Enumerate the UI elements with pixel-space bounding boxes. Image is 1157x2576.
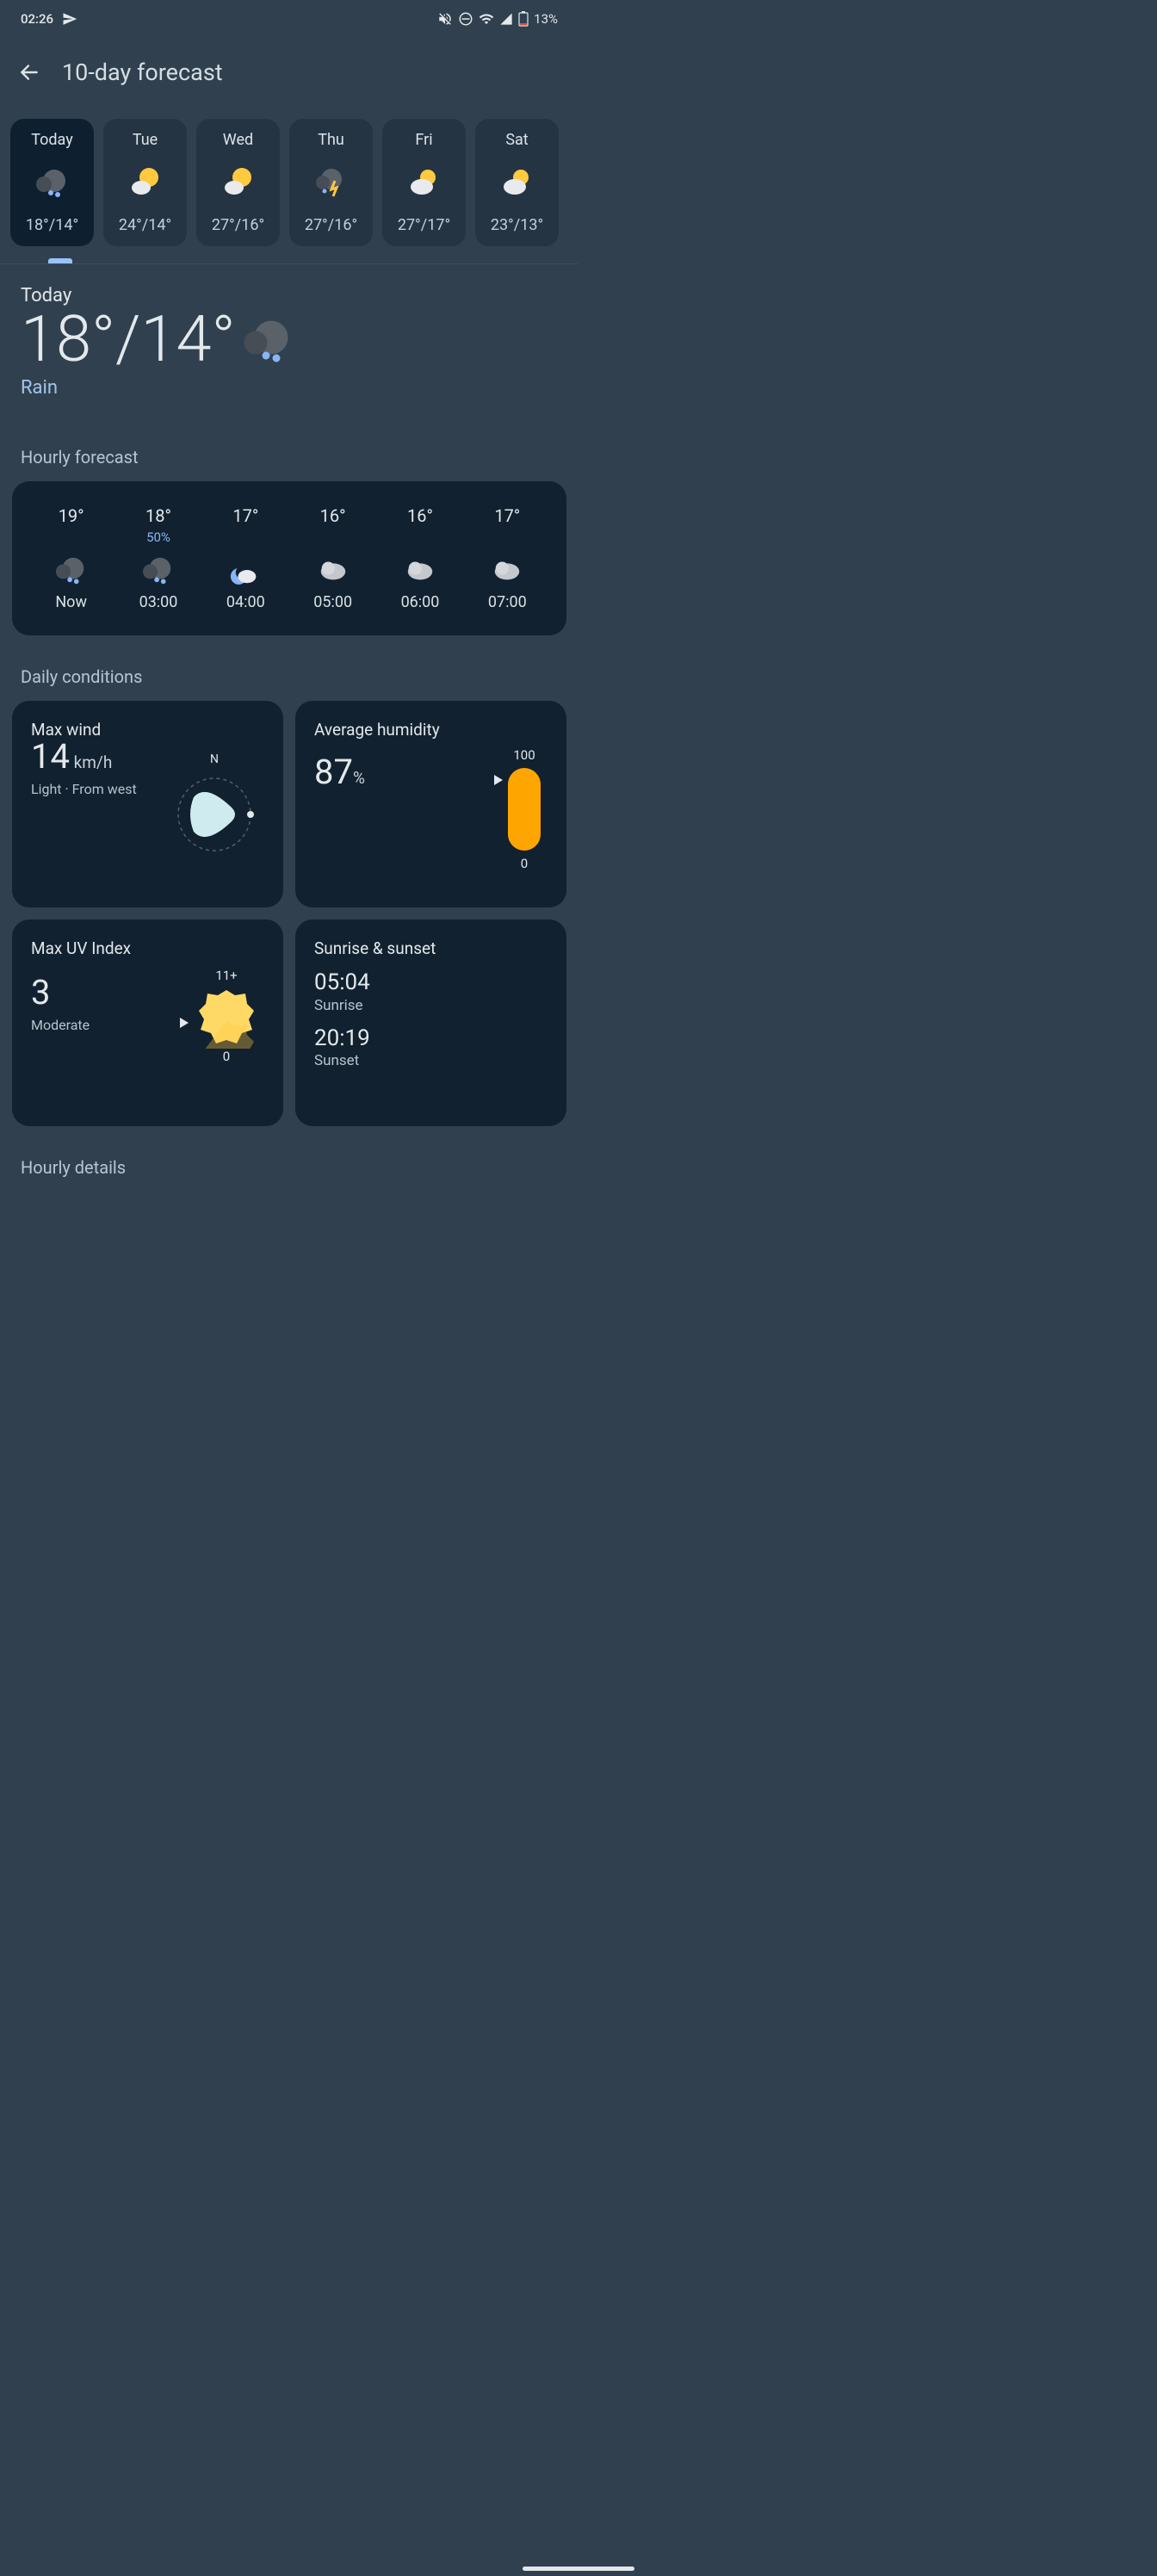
weather-icon (221, 165, 256, 200)
day-tab-label: Thu (318, 131, 344, 149)
day-tab-temp: 27°/17° (398, 216, 450, 234)
weather-icon (500, 165, 535, 200)
day-tab-temp: 27°/16° (305, 216, 357, 234)
hourly-temp: 19° (59, 505, 84, 526)
day-tab-fri[interactable]: Fri 27°/17° (382, 119, 466, 246)
status-left: 02:26 (21, 11, 77, 27)
humidity-title: Average humidity (314, 720, 548, 740)
day-tabs[interactable]: Today 18°/14° Tue 24°/14° Wed 27°/16° Th… (0, 103, 578, 246)
weather-icon (142, 554, 175, 586)
battery-percent: 13% (534, 11, 558, 27)
arrow-left-icon (18, 61, 40, 84)
day-tab-tue[interactable]: Tue 24°/14° (103, 119, 187, 246)
nav-pill[interactable] (523, 2567, 634, 2571)
day-tab-label: Tue (133, 131, 158, 149)
day-tab-temp: 27°/16° (212, 216, 264, 234)
conditions-grid: Max wind 14 km/h Light · From west N Ave… (0, 701, 578, 1126)
uv-card[interactable]: Max UV Index 3 Moderate 11+ 0 (12, 920, 283, 1126)
app-header: 10-day forecast (0, 34, 578, 103)
north-label: N (210, 752, 219, 766)
uv-scale-top: 11+ (215, 968, 237, 983)
humidity-gauge: 100 0 (508, 747, 541, 871)
hourly-item: 19° Now (28, 505, 114, 611)
weather-icon (55, 554, 88, 586)
uv-gauge: 11+ 0 (195, 968, 257, 1064)
weather-icon (491, 554, 523, 586)
mute-icon (437, 11, 453, 27)
sunset-label: Sunset (314, 1052, 548, 1069)
send-icon (62, 11, 77, 27)
wind-compass: N (163, 752, 266, 856)
sunrise-label: Sunrise (314, 997, 548, 1014)
day-summary: Today 18°/14° Rain (0, 264, 578, 399)
hourly-temp: 17° (232, 505, 258, 526)
dnd-icon (458, 11, 473, 27)
hourly-temp: 18° (145, 505, 171, 526)
summary-condition: Rain (21, 377, 558, 399)
wind-card[interactable]: Max wind 14 km/h Light · From west N (12, 701, 283, 907)
hourly-precip: 50% (146, 529, 170, 547)
uv-title: Max UV Index (31, 938, 264, 958)
status-bar: 02:26 13% (0, 0, 578, 34)
rain-icon (243, 314, 294, 366)
day-tab-today[interactable]: Today 18°/14° (10, 119, 94, 246)
status-right: 13% (437, 11, 558, 27)
day-tab-label: Today (31, 131, 72, 149)
hourly-temp: 16° (407, 505, 433, 526)
weather-icon (229, 554, 262, 586)
sunrise-sunset-card[interactable]: Sunrise & sunset 05:04 Sunrise 20:19 Sun… (295, 920, 566, 1126)
signal-icon (499, 12, 513, 26)
humidity-card[interactable]: Average humidity 87% 100 0 (295, 701, 566, 907)
hourly-forecast-card[interactable]: 19° Now 18° 50% 03:00 17° 04:00 16° 05:0… (12, 481, 566, 635)
humidity-scale-bottom: 0 (521, 856, 528, 871)
hourly-time: 07:00 (488, 593, 527, 611)
humidity-value: 87 (314, 752, 353, 792)
weather-icon (35, 165, 70, 200)
hourly-details-title: Hourly details (0, 1157, 578, 1178)
hourly-time: Now (55, 593, 87, 611)
sunset-time: 20:19 (314, 1026, 548, 1051)
hourly-time: 06:00 (401, 593, 440, 611)
hourly-item: 16° 05:00 (289, 505, 376, 611)
summary-temp-text: 18°/14° (21, 308, 236, 372)
sun-title: Sunrise & sunset (314, 938, 548, 958)
hourly-section-title: Hourly forecast (0, 447, 578, 468)
hourly-item: 17° 04:00 (202, 505, 289, 611)
weather-icon (128, 165, 163, 200)
day-tab-temp: 18°/14° (26, 216, 78, 234)
day-tab-label: Sat (505, 131, 528, 149)
day-tab-sat[interactable]: Sat 23°/13° (475, 119, 559, 246)
day-tab-thu[interactable]: Thu 27°/16° (289, 119, 373, 246)
back-button[interactable] (15, 59, 43, 86)
hourly-time: 05:00 (313, 593, 352, 611)
weather-icon (314, 165, 349, 200)
hourly-temp: 17° (494, 505, 520, 526)
day-tab-label: Wed (223, 131, 253, 149)
daily-conditions-title: Daily conditions (0, 666, 578, 687)
day-tab-wed[interactable]: Wed 27°/16° (196, 119, 280, 246)
wind-unit: km/h (70, 752, 112, 772)
day-tab-temp: 23°/13° (491, 216, 543, 234)
day-tab-temp: 24°/14° (119, 216, 171, 234)
day-tab-label: Fri (415, 131, 432, 149)
humidity-scale-top: 100 (513, 747, 535, 763)
humidity-unit: % (353, 768, 365, 788)
hourly-item: 16° 06:00 (376, 505, 463, 611)
hourly-item: 17° 07:00 (464, 505, 551, 611)
status-time: 02:26 (21, 11, 53, 27)
hourly-time: 03:00 (139, 593, 178, 611)
hourly-temp: 16° (320, 505, 346, 526)
summary-temps: 18°/14° (21, 308, 558, 372)
sunrise-time: 05:04 (314, 970, 548, 995)
weather-icon (407, 165, 442, 200)
page-title: 10-day forecast (62, 59, 223, 86)
weather-icon (317, 554, 350, 586)
wind-value: 14 (31, 736, 70, 777)
uv-scale-bottom: 0 (223, 1049, 230, 1064)
battery-icon (518, 11, 529, 27)
weather-icon (404, 554, 436, 586)
hourly-item: 18° 50% 03:00 (114, 505, 201, 611)
hourly-time: 04:00 (226, 593, 265, 611)
wifi-icon (479, 11, 494, 27)
